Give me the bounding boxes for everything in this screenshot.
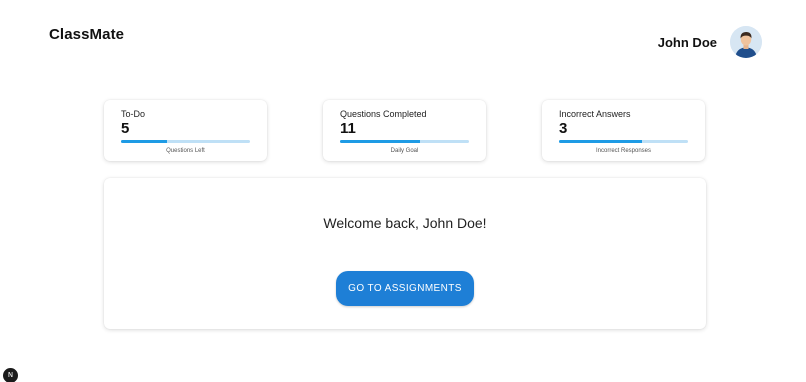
stat-value: 3 [559,120,568,137]
stat-card-todo: To-Do 5 Questions Left [104,100,267,161]
dashboard-page: ClassMate John Doe To-Do 5 Questions Lef… [0,0,806,382]
progress-track [559,140,688,143]
nextjs-devtools-icon[interactable]: N [3,368,18,382]
stat-label: To-Do [121,109,146,119]
progress-fill [559,140,642,143]
progress-track [121,140,250,143]
user-name: John Doe [657,34,717,50]
welcome-message: Welcome back, John Doe! [323,215,487,231]
stat-card-questions-completed: Questions Completed 11 Daily Goal [323,100,486,161]
user-menu[interactable]: John Doe [658,26,762,58]
stat-value: 11 [340,120,356,137]
progress-fill [121,140,168,143]
welcome-card: Welcome back, John Doe! GO TO ASSIGNMENT… [104,178,706,329]
avatar-illustration [730,26,762,58]
progress-fill [340,140,420,143]
progress-track [340,140,469,143]
brand-logo-text[interactable]: ClassMate [49,26,124,43]
stat-caption: Incorrect Responses [595,148,652,154]
stats-row: To-Do 5 Questions Left Questions Complet… [104,100,706,162]
stat-caption: Questions Left [166,148,205,154]
stat-label: Incorrect Answers [559,109,631,119]
stat-label: Questions Completed [340,109,427,119]
stat-card-incorrect-answers: Incorrect Answers 3 Incorrect Responses [542,100,705,161]
stat-caption: Daily Goal [390,148,419,154]
stat-value: 5 [121,120,130,137]
go-to-assignments-button[interactable]: GO TO ASSIGNMENTS [336,271,474,306]
user-avatar-icon[interactable] [730,26,762,58]
